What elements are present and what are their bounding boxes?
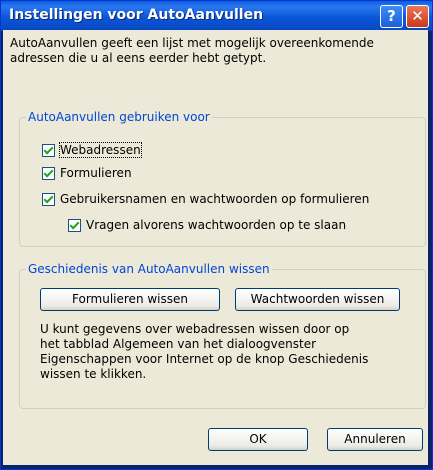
intro-text: AutoAanvullen geeft een lijst met mogeli…: [10, 36, 420, 66]
checkbox-label-usernames-passwords: Gebruikersnamen en wachtwoorden op formu…: [60, 192, 370, 206]
clear-history-description: U kunt gegevens over webadressen wissen …: [40, 322, 410, 382]
ok-button[interactable]: OK: [208, 428, 308, 451]
clear-forms-button[interactable]: Formulieren wissen: [40, 288, 220, 311]
clear-passwords-button[interactable]: Wachtwoorden wissen: [235, 288, 400, 311]
description-line: wissen te klikken.: [40, 367, 147, 381]
description-line: U kunt gegevens over webadressen wissen …: [40, 322, 350, 336]
title-bar[interactable]: Instellingen voor AutoAanvullen ? ✕: [1, 1, 432, 31]
description-line: Eigenschappen voor Internet op de knop G…: [40, 352, 369, 366]
intro-line-1: AutoAanvullen geeft een lijst met mogeli…: [10, 36, 374, 50]
checkbox-checked-icon[interactable]: [42, 143, 55, 157]
clear-history-legend: Geschiedenis van AutoAanvullen wissen: [28, 262, 270, 276]
checkbox-checked-icon[interactable]: [68, 218, 81, 232]
checkbox-label-ask-before-saving: Vragen alvorens wachtwoorden op te slaan: [86, 218, 347, 232]
help-icon[interactable]: ?: [380, 5, 403, 28]
checkbox-checked-icon[interactable]: [42, 166, 55, 180]
checkbox-label-forms: Formulieren: [60, 166, 132, 180]
window-title: Instellingen voor AutoAanvullen: [9, 7, 264, 23]
cancel-button[interactable]: Annuleren: [327, 428, 423, 451]
checkbox-web-addresses[interactable]: Webadressen: [42, 142, 142, 158]
use-autocomplete-legend: AutoAanvullen gebruiken voor: [28, 110, 210, 124]
description-line: het tabblad Algemeen van het dialoogvens…: [40, 337, 317, 351]
checkbox-ask-before-saving[interactable]: Vragen alvorens wachtwoorden op te slaan: [68, 217, 346, 233]
checkbox-checked-icon[interactable]: [42, 192, 55, 206]
checkbox-usernames-passwords[interactable]: Gebruikersnamen en wachtwoorden op formu…: [42, 191, 369, 207]
intro-line-2: adressen die u al eens eerder hebt getyp…: [10, 51, 267, 65]
close-icon[interactable]: ✕: [406, 5, 429, 28]
checkbox-label-web-addresses: Webadressen: [59, 142, 142, 158]
checkbox-forms[interactable]: Formulieren: [42, 165, 132, 181]
